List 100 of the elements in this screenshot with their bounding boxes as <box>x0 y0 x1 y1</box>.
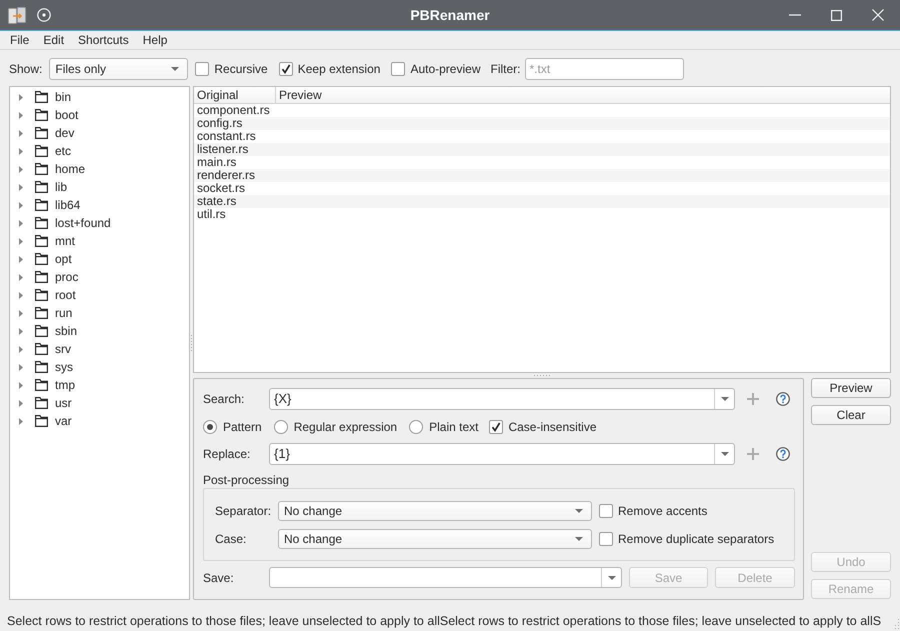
caret-icon <box>720 452 728 456</box>
search-combobox[interactable]: {X} <box>269 388 735 410</box>
table-row[interactable]: listener.rs <box>194 143 890 156</box>
help-icon[interactable] <box>776 392 790 406</box>
save-combobox[interactable] <box>269 567 622 588</box>
show-label: Show: <box>9 62 42 76</box>
expand-arrow-icon[interactable] <box>19 346 23 352</box>
checkbox[interactable] <box>278 62 293 76</box>
close-icon[interactable] <box>872 9 884 21</box>
expand-arrow-icon[interactable] <box>19 94 23 100</box>
expand-arrow-icon[interactable] <box>19 202 23 208</box>
folder-icon <box>35 325 48 337</box>
expand-arrow-icon[interactable] <box>19 220 23 226</box>
dropdown[interactable]: No change <box>278 529 592 549</box>
two-pages-icon <box>8 6 26 24</box>
tree-item[interactable]: mnt <box>10 232 80 250</box>
column-header[interactable]: Original <box>194 87 276 103</box>
folder-icon <box>35 397 48 409</box>
checkbox[interactable] <box>599 504 613 518</box>
maximize-icon[interactable] <box>831 10 842 20</box>
folder-icon <box>35 217 48 229</box>
expand-arrow-icon[interactable] <box>19 148 23 154</box>
folder-icon <box>35 271 48 283</box>
expand-arrow-icon[interactable] <box>19 328 23 334</box>
checkbox[interactable] <box>599 532 613 546</box>
folder-icon <box>35 163 48 175</box>
checkmark-icon <box>280 64 291 74</box>
menu-item[interactable]: Edit <box>36 33 72 47</box>
plus-icon[interactable] <box>747 393 759 405</box>
tree-item[interactable]: srv <box>10 340 75 358</box>
preview-button[interactable]: Preview <box>811 378 891 398</box>
tree-item[interactable]: root <box>10 286 80 304</box>
folder-icon <box>35 307 48 319</box>
menu-item[interactable]: Help <box>136 33 174 47</box>
expand-arrow-icon[interactable] <box>19 292 23 298</box>
table-cell-text: constant.rs <box>196 130 256 143</box>
tree-item[interactable]: run <box>10 304 76 322</box>
expand-arrow-icon[interactable] <box>19 310 23 316</box>
filter-field[interactable]: *.txt <box>525 58 684 80</box>
checkbox-label: Recursive <box>214 62 268 76</box>
tree-item[interactable]: lib <box>10 178 72 196</box>
folder-icon <box>35 361 48 373</box>
table-row[interactable]: config.rs <box>194 117 890 130</box>
radio-button[interactable] <box>203 420 217 434</box>
expand-arrow-icon[interactable] <box>19 184 23 190</box>
radio-label: Plain text <box>429 420 478 434</box>
checkmark-icon <box>491 422 502 432</box>
expand-arrow-icon[interactable] <box>19 112 23 118</box>
checkbox-label: Remove accents <box>618 504 708 518</box>
clear-button[interactable]: Clear <box>811 405 891 425</box>
expand-arrow-icon[interactable] <box>19 418 23 424</box>
tree-item[interactable]: proc <box>10 268 82 286</box>
tree-item[interactable]: var <box>10 412 76 430</box>
tree-item[interactable]: dev <box>10 124 78 142</box>
window-title: PBRenamer <box>410 8 490 22</box>
save-label: Save: <box>203 570 235 584</box>
menu-item[interactable]: File <box>3 33 36 47</box>
tree-item[interactable]: home <box>10 160 90 178</box>
replace-combobox[interactable]: {1} <box>269 443 735 465</box>
expand-arrow-icon[interactable] <box>19 166 23 172</box>
circle-dot-icon[interactable] <box>37 8 51 22</box>
checkbox[interactable] <box>489 420 504 434</box>
tree-item[interactable]: boot <box>10 106 82 124</box>
expand-arrow-icon[interactable] <box>19 364 23 370</box>
tree-item[interactable]: tmp <box>10 376 80 394</box>
tree-item[interactable]: etc <box>10 142 76 160</box>
table-row[interactable]: state.rs <box>194 195 890 208</box>
tree-item[interactable]: lib64 <box>10 196 84 214</box>
help-icon[interactable] <box>776 447 790 461</box>
filter-label: Filter: <box>490 62 520 76</box>
expand-arrow-icon[interactable] <box>19 274 23 280</box>
radio-label: Pattern <box>223 420 262 434</box>
radio-button[interactable] <box>274 420 288 434</box>
checkbox[interactable] <box>391 62 406 76</box>
dropdown[interactable]: No change <box>278 501 592 521</box>
table-row[interactable]: renderer.rs <box>194 169 890 182</box>
expand-arrow-icon[interactable] <box>19 256 23 262</box>
plus-icon[interactable] <box>747 448 759 460</box>
status-text: Select rows to restrict operations to those files; leave unselected to apply to allSelect rows to restrict operations to those files; leave unselected to apply to allS <box>7 614 882 628</box>
menu-item[interactable]: Shortcuts <box>71 33 136 47</box>
show-dropdown[interactable]: Files only <box>49 58 188 80</box>
caret-icon <box>575 509 583 513</box>
caret-icon <box>608 576 616 580</box>
expand-arrow-icon[interactable] <box>19 382 23 388</box>
checkbox[interactable] <box>195 62 210 76</box>
radio-button[interactable] <box>409 420 424 434</box>
expand-arrow-icon[interactable] <box>19 130 23 136</box>
field-label: Separator: <box>215 504 272 518</box>
tree-item[interactable]: sbin <box>10 322 82 340</box>
tree-item[interactable]: bin <box>10 88 76 106</box>
tree-item[interactable]: lost+found <box>10 214 115 232</box>
tree-item[interactable]: opt <box>10 250 76 268</box>
expand-arrow-icon[interactable] <box>19 238 23 244</box>
tree-item[interactable]: usr <box>10 394 76 412</box>
minimize-icon[interactable] <box>789 14 801 16</box>
table-cell-text: main.rs <box>196 156 236 169</box>
expand-arrow-icon[interactable] <box>19 400 23 406</box>
tree-item[interactable]: sys <box>10 358 77 376</box>
folder-icon <box>35 145 48 157</box>
column-header[interactable]: Preview <box>276 87 890 103</box>
